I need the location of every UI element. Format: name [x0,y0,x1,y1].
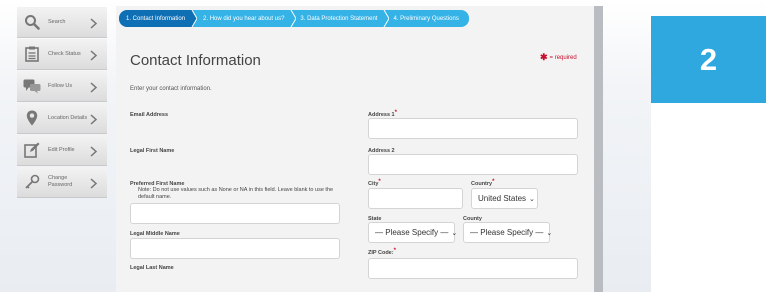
sidebar-item-label: Follow Us [48,82,73,89]
sidebar-item-change-password[interactable]: Change Password [17,167,107,198]
required-legend: ✱ = required [540,52,577,63]
sidebar-item-label: Search [48,18,66,25]
sidebar-item-label: Change Password [48,175,73,188]
panel-edge [594,6,603,292]
required-star-icon: ✱ [540,52,548,62]
legal-middle-name-input[interactable] [130,238,340,259]
preferred-first-name-input[interactable] [130,203,340,224]
step-how-did-you-hear[interactable]: 2. How did you hear about us? [193,10,297,27]
sidebar-nav: Search Check Status Follow Us Location D… [17,7,107,199]
chevron-right-icon [90,80,98,98]
chevron-right-icon [90,144,98,162]
right-panel [651,103,766,292]
sidebar-item-check-status[interactable]: Check Status [17,39,107,70]
step-separator [189,10,198,27]
legal-first-name-label: Legal First Name [130,148,175,154]
step-label: 1. Contact Information [126,15,186,22]
step-contact-information[interactable]: 1. Contact Information [119,10,198,27]
sidebar-item-edit-profile[interactable]: Edit Profile [17,135,107,166]
email-label: Email Address [130,112,169,118]
chevron-down-icon: ⌄ [451,229,458,237]
chevron-down-icon: ⌄ [529,195,535,203]
zip-input[interactable] [368,258,578,279]
legal-last-name-label: Legal Last Name [130,265,174,271]
state-select-value: — Please Specify — [375,228,449,237]
chevron-right-icon [90,176,98,194]
sidebar-item-label: Location Details [48,114,88,121]
chevron-right-icon [90,112,98,130]
preferred-first-name-note: Note: Do not use values such as None or … [138,187,334,201]
state-select[interactable]: — Please Specify — ⌄ [368,222,458,243]
chevron-right-icon [90,48,98,66]
sidebar-item-label: Check Status [48,50,81,57]
step-preliminary-questions[interactable]: 4. Preliminary Questions [385,10,469,27]
step-separator [384,10,390,27]
city-label-text: City [368,181,379,187]
required-legend-text: = required [549,54,577,61]
country-select-value: United States [478,194,527,203]
map-pin-icon [23,109,41,127]
chat-bubbles-icon [23,77,41,95]
clipboard-icon [23,45,41,63]
zip-label-text: ZIP Code: [368,250,394,256]
chevron-right-icon [90,16,98,34]
sidebar-item-label: Edit Profile [48,146,75,153]
zip-label: ZIP Code:* [368,248,396,256]
form-intro: Enter your contact information. [130,86,212,92]
step-label: 2. How did you hear about us? [203,15,285,22]
city-label: City* [368,179,381,187]
address2-input[interactable] [368,154,578,175]
search-icon [23,13,41,31]
key-icon [23,173,41,191]
chevron-down-icon: ⌄ [546,229,553,237]
required-star-icon: * [394,110,397,116]
step-label: 3. Data Protection Statement [300,15,378,22]
edit-icon [23,141,41,159]
address1-input[interactable] [368,118,578,139]
county-select-value: — Please Specify — [470,228,544,237]
country-label-text: Country [471,181,493,187]
country-label: Country* [471,179,494,187]
required-star-icon: * [378,179,381,185]
progress-steps: 1. Contact Information 2. How did you he… [119,10,469,27]
sidebar-item-search[interactable]: Search [17,7,107,38]
form-title: Contact Information [130,52,261,69]
step-data-protection[interactable]: 3. Data Protection Statement [292,10,390,27]
sidebar-item-follow-us[interactable]: Follow Us [17,71,107,102]
city-input[interactable] [368,188,463,209]
sidebar-item-location-details[interactable]: Location Details [17,103,107,134]
required-star-icon: * [393,248,396,254]
step-separator [290,10,297,27]
legal-middle-name-label: Legal Middle Name [130,231,180,237]
step-number-badge: 2 [651,16,766,103]
country-select[interactable]: United States ⌄ [471,188,538,209]
county-select[interactable]: — Please Specify — ⌄ [463,222,553,243]
step-label: 4. Preliminary Questions [393,15,459,22]
